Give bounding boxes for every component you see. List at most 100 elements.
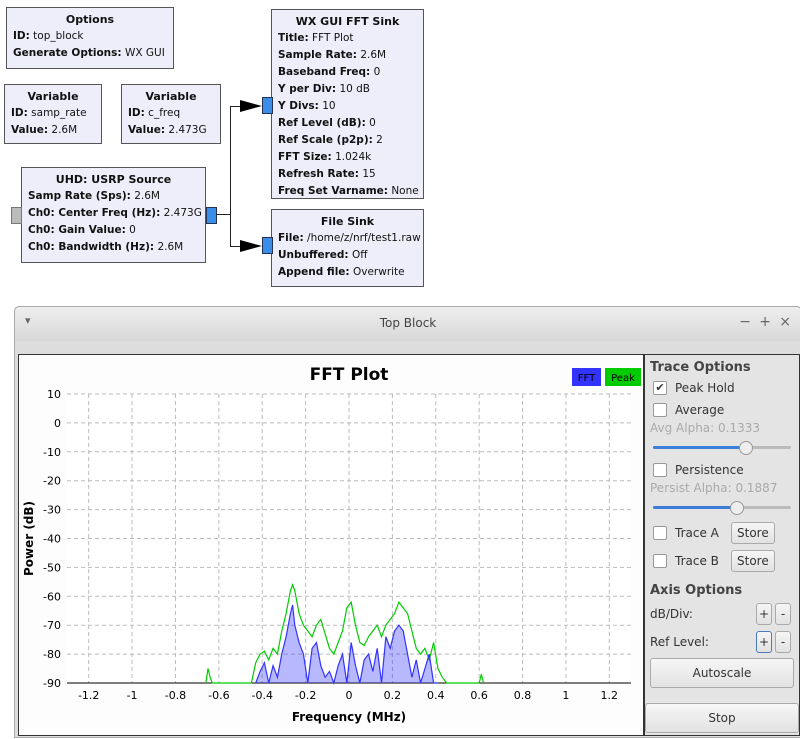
peak-hold-label: Peak Hold	[675, 381, 735, 395]
window-titlebar[interactable]: ▾ Top Block − + ×	[15, 307, 800, 341]
param-value: c_freq	[148, 107, 181, 119]
x-tick-label: 1.2	[601, 689, 619, 702]
ref-level-plus-button[interactable]: +	[756, 631, 772, 653]
param-label: Unbuffered:	[278, 249, 349, 261]
param-value: samp_rate	[31, 107, 87, 119]
param-label: Append file:	[278, 266, 350, 278]
average-label: Average	[675, 403, 725, 417]
slider-handle[interactable]	[729, 501, 744, 515]
block-param: Ch0: Gain Value: 0	[28, 222, 199, 239]
trace-a-label: Trace A	[675, 526, 719, 540]
param-value: 15	[362, 168, 376, 180]
fft-sink-input-port[interactable]	[262, 97, 273, 114]
db-div-minus-button[interactable]: -	[775, 603, 791, 625]
ref-level-minus-button[interactable]: -	[775, 631, 791, 653]
x-tick-label: -1	[127, 689, 138, 702]
block-param: Baseband Freq: 0	[278, 64, 417, 81]
block-param: Refresh Rate: 15	[278, 166, 417, 183]
param-value: 2.6M	[51, 124, 78, 136]
y-tick-label: -30	[43, 504, 61, 517]
fft-plot: -1.2 -1 -0.8 -0.6 -0.4 -0.2 0 0.2 0.4 0.6 0.8 1 1.2 1…	[22, 365, 641, 724]
param-label: Samp Rate (Sps):	[28, 190, 131, 202]
stop-button[interactable]: Stop	[645, 703, 799, 733]
param-value: 2.6M	[360, 49, 387, 61]
persistence-checkbox[interactable]: Persistence	[653, 459, 799, 481]
block-param: Freq Set Varname: None	[278, 183, 419, 200]
block-param: Ref Level (dB): 0	[278, 115, 417, 132]
param-label: Y Divs:	[278, 100, 319, 112]
param-label: FFT Size:	[278, 151, 332, 163]
db-div-plus-button[interactable]: +	[756, 603, 772, 625]
y-tick-label: -90	[43, 677, 61, 690]
legend-entry: FFT	[578, 373, 596, 384]
param-label: ID:	[13, 30, 30, 42]
y-tick-label: 0	[54, 417, 61, 430]
file-sink-input-port[interactable]	[262, 237, 273, 254]
param-label: Ref Level (dB):	[278, 117, 366, 129]
checkbox-checked-icon: ✔	[653, 381, 667, 395]
x-axis-label: Frequency (MHz)	[292, 710, 406, 724]
block-var2[interactable]: Variable ID: c_freq Value: 2.473G	[121, 84, 221, 144]
usrp-output-port[interactable]	[206, 207, 217, 224]
x-tick-label: 0.4	[427, 689, 445, 702]
peak-hold-checkbox[interactable]: ✔ Peak Hold	[653, 377, 799, 399]
top-block-window: ▾ Top Block − + × -1.2 -1 -0.8 -0.6 -0.4 -0.2…	[14, 306, 800, 738]
param-value: 10	[322, 100, 336, 112]
block-usrp[interactable]: UHD: USRP Source Samp Rate (Sps): 2.6M Ch0…	[21, 167, 206, 263]
block-filesink[interactable]: File Sink File: /home/z/nrf/test1.raw Unbu…	[271, 209, 424, 287]
maximize-button[interactable]: +	[759, 314, 771, 330]
param-label: File:	[278, 232, 304, 244]
block-options[interactable]: Options ID: top_block Generate Options: WX…	[6, 7, 174, 69]
control-panel: Trace Options ✔ Peak Hold Average Avg Alp…	[644, 354, 800, 736]
block-title: Options	[65, 13, 115, 26]
block-param: FFT Size: 1.024k	[278, 149, 417, 166]
block-param: File: /home/z/nrf/test1.raw	[278, 230, 421, 247]
ref-level-label: Ref Level:	[650, 635, 709, 649]
slider-handle[interactable]	[739, 441, 754, 455]
block-param: Ch0: Center Freq (Hz): 2.473G	[28, 205, 202, 222]
block-param: ID: samp_rate	[11, 105, 95, 122]
store-trace-a-button[interactable]: Store	[731, 522, 775, 544]
y-axis-label: Power (dB)	[22, 501, 36, 576]
wire	[216, 214, 230, 215]
y-tick-label: -40	[43, 533, 61, 546]
param-label: Ref Scale (p2p):	[278, 134, 373, 146]
x-tick-label: 0.2	[384, 689, 402, 702]
y-tick-label: -10	[43, 446, 61, 459]
store-trace-b-button[interactable]: Store	[731, 550, 775, 572]
close-button[interactable]: ×	[779, 314, 791, 330]
block-param: Value: 2.6M	[11, 122, 95, 139]
block-param: Samp Rate (Sps): 2.6M	[28, 188, 199, 205]
usrp-input-port[interactable]	[11, 207, 22, 224]
average-checkbox[interactable]: Average	[653, 399, 799, 421]
param-label: Freq Set Varname:	[278, 185, 388, 197]
trace-b-checkbox[interactable]	[653, 554, 667, 568]
trace-a-checkbox[interactable]	[653, 526, 667, 540]
block-title: File Sink	[320, 215, 375, 228]
block-param: ID: top_block	[13, 28, 167, 45]
param-value: None	[391, 185, 419, 197]
block-title: Variable	[27, 90, 79, 103]
y-tick-label: 10	[47, 388, 61, 401]
param-value: Overwrite	[352, 266, 405, 278]
persist-alpha-label: Persist Alpha: 0.1887	[650, 481, 778, 495]
autoscale-button[interactable]: Autoscale	[650, 658, 794, 688]
block-var1[interactable]: Variable ID: samp_rate Value: 2.6M	[4, 84, 102, 144]
avg-alpha-slider[interactable]	[653, 439, 791, 455]
block-param: Value: 2.473G	[128, 122, 214, 139]
param-label: Ch0: Bandwidth (Hz):	[28, 241, 155, 253]
x-tick-label: 0	[346, 689, 353, 702]
minimize-button[interactable]: −	[739, 314, 751, 330]
param-value: 2	[376, 134, 383, 146]
block-param: Y Divs: 10	[278, 98, 417, 115]
param-label: Ch0: Center Freq (Hz):	[28, 207, 161, 219]
avg-alpha-label: Avg Alpha: 0.1333	[650, 421, 761, 435]
param-label: Ch0: Gain Value:	[28, 224, 126, 236]
persist-alpha-slider[interactable]	[653, 499, 791, 515]
arrow-icon	[240, 100, 262, 252]
block-fft[interactable]: WX GUI FFT Sink Title: FFT Plot Sample Rat…	[271, 9, 424, 199]
param-label: Generate Options:	[13, 47, 122, 59]
chart-title: FFT Plot	[310, 365, 389, 385]
param-value: 2.6M	[134, 190, 160, 202]
block-title: Variable	[145, 90, 197, 103]
